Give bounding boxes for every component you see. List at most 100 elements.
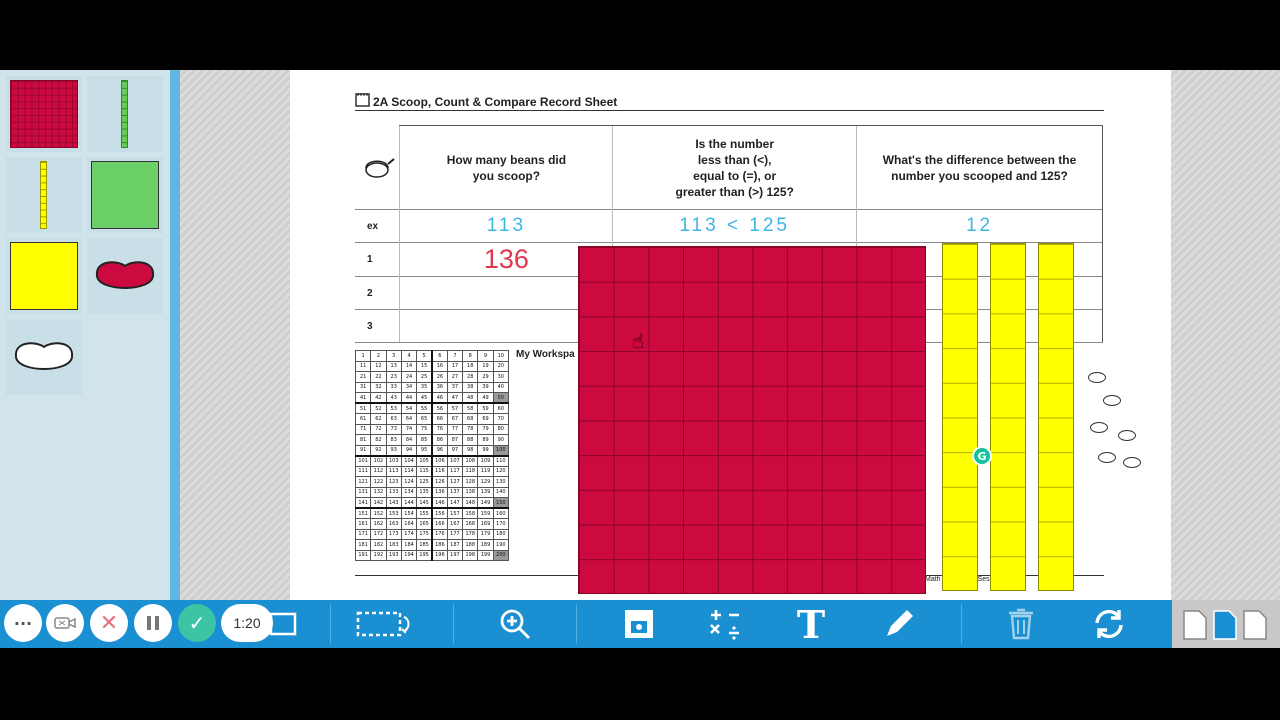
hundreds-chart-cell: 98 xyxy=(462,444,479,457)
frame-button[interactable] xyxy=(352,600,416,648)
page-1-icon[interactable] xyxy=(1182,609,1208,641)
hundreds-chart-cell: 95 xyxy=(416,444,434,457)
hundreds-chart-cell: 165 xyxy=(416,518,434,530)
hundreds-chart-cell: 96 xyxy=(431,444,448,457)
grammarly-icon[interactable]: G xyxy=(972,446,992,466)
hundreds-chart-cell: 72 xyxy=(370,423,387,435)
hundreds-chart-cell: 75 xyxy=(416,423,434,435)
hundreds-chart-cell: 44 xyxy=(400,392,418,404)
hundreds-chart-cell: 67 xyxy=(446,413,464,425)
palette-tens-rod-yellow[interactable] xyxy=(6,157,82,233)
math-ops-button[interactable] xyxy=(700,600,750,648)
hundreds-chart-cell: 18 xyxy=(462,360,479,372)
pause-button[interactable] xyxy=(134,604,172,642)
text-tool-button[interactable]: T xyxy=(786,600,836,648)
palette-white-bean[interactable] xyxy=(6,319,82,395)
hundreds-chart-cell: 177 xyxy=(446,528,464,540)
hundreds-chart-cell: 49 xyxy=(477,392,494,404)
hundreds-chart-cell: 103 xyxy=(385,455,402,467)
header-compare-line3: equal to (=), or xyxy=(693,168,777,183)
placed-tens-rod-3[interactable] xyxy=(1038,243,1074,591)
hundreds-chart-cell: 63 xyxy=(385,413,402,425)
placed-white-bean[interactable] xyxy=(1103,395,1121,406)
hundreds-chart-row: 11 12 13 14 15 16 17 18 19 20 xyxy=(354,360,509,372)
hundreds-chart-cell: 41 xyxy=(354,392,372,404)
hundreds-chart-cell: 141 xyxy=(354,497,372,509)
hundreds-flat-icon xyxy=(10,80,78,148)
placed-white-bean[interactable] xyxy=(1090,422,1108,433)
hundreds-chart-cell: 187 xyxy=(446,539,464,551)
hundreds-chart-cell: 105 xyxy=(416,455,434,467)
stamp-button[interactable] xyxy=(614,600,664,648)
placed-white-bean[interactable] xyxy=(1088,372,1106,383)
hundreds-chart-cell: 147 xyxy=(446,497,464,509)
hundreds-chart-cell: 126 xyxy=(431,476,448,488)
hundreds-chart-cell: 55 xyxy=(416,402,434,414)
hundreds-chart-cell: 117 xyxy=(446,465,464,477)
hundreds-chart-cell: 88 xyxy=(462,434,479,446)
hundreds-chart-cell: 16 xyxy=(431,360,448,372)
row-label-3: 3 xyxy=(355,309,400,343)
hundreds-chart-cell: 154 xyxy=(400,507,418,519)
page-2-icon[interactable] xyxy=(1212,609,1238,641)
palette-hundreds-flat[interactable] xyxy=(6,76,82,152)
hundreds-chart-cell: 194 xyxy=(400,549,418,561)
hundreds-chart-cell: 35 xyxy=(416,381,434,393)
bottom-toolbar: T xyxy=(0,600,1172,648)
hundreds-chart-cell: 84 xyxy=(400,434,418,446)
hundreds-chart-cell: 171 xyxy=(354,528,372,540)
hundreds-chart-cell: 10 xyxy=(492,350,509,362)
hundreds-chart-cell: 166 xyxy=(431,518,448,530)
placed-tens-rod-2[interactable] xyxy=(990,243,1026,591)
palette-yellow-square[interactable] xyxy=(6,238,82,314)
hundreds-chart-cell: 100 xyxy=(492,444,509,457)
hundreds-chart-cell: 81 xyxy=(354,434,372,446)
hundreds-chart-cell: 93 xyxy=(385,444,402,457)
delete-button[interactable] xyxy=(996,600,1046,648)
hundreds-chart-cell: 119 xyxy=(477,465,494,477)
placed-white-bean[interactable] xyxy=(1098,452,1116,463)
hundreds-chart-row: 41 42 43 44 45 46 47 48 49 50 xyxy=(354,392,509,404)
pause-icon xyxy=(147,616,159,630)
hundreds-chart-cell: 58 xyxy=(462,402,479,414)
refresh-button[interactable] xyxy=(1084,600,1134,648)
hundreds-chart-cell: 11 xyxy=(354,360,372,372)
example-scooped: 113 xyxy=(399,209,613,243)
placed-white-bean[interactable] xyxy=(1123,457,1141,468)
pen-button[interactable] xyxy=(874,600,924,648)
palette-tens-rod-green[interactable] xyxy=(87,76,163,152)
zoom-button[interactable] xyxy=(490,600,540,648)
hundreds-chart-cell: 29 xyxy=(477,371,494,383)
hundreds-chart-cell: 19 xyxy=(477,360,494,372)
recording-timer: 1:20 xyxy=(221,604,273,642)
hundreds-chart-row: 21 22 23 24 25 26 27 28 29 30 xyxy=(354,371,509,383)
hundreds-chart-cell: 46 xyxy=(431,392,448,404)
palette-scroll-edge[interactable] xyxy=(170,70,180,600)
hundreds-chart-cell: 64 xyxy=(400,413,418,425)
placed-hundreds-flat[interactable] xyxy=(578,246,926,594)
hundreds-chart-cell: 34 xyxy=(400,381,418,393)
stamp-icon xyxy=(625,610,653,638)
hundreds-chart-cell: 92 xyxy=(370,444,387,457)
cancel-recording-button[interactable]: ✕ xyxy=(90,604,128,642)
hundreds-chart-cell: 128 xyxy=(462,476,479,488)
more-button[interactable]: ··· xyxy=(4,604,42,642)
hundreds-chart-cell: 160 xyxy=(492,507,509,519)
header-difference: What's the difference between the number… xyxy=(856,125,1103,210)
hundreds-chart-cell: 60 xyxy=(492,402,509,414)
placed-tens-rod-1[interactable] xyxy=(942,243,978,591)
hundreds-chart-cell: 86 xyxy=(431,434,448,446)
hundreds-chart-cell: 73 xyxy=(385,423,402,435)
camera-button[interactable] xyxy=(46,604,84,642)
placed-white-bean[interactable] xyxy=(1118,430,1136,441)
page-3-icon[interactable] xyxy=(1242,609,1268,641)
trash-icon xyxy=(1009,608,1033,640)
finish-recording-button[interactable]: ✓ xyxy=(178,604,216,642)
hundreds-chart-cell: 157 xyxy=(446,507,464,519)
palette-red-bean[interactable] xyxy=(87,238,163,314)
hundreds-chart-row: 81 82 83 84 85 86 87 88 89 90 xyxy=(354,434,509,446)
hundreds-chart-cell: 22 xyxy=(370,371,387,383)
hundreds-chart-cell: 57 xyxy=(446,402,464,414)
palette-green-square[interactable] xyxy=(87,157,163,233)
hundreds-chart-cell: 129 xyxy=(477,476,494,488)
